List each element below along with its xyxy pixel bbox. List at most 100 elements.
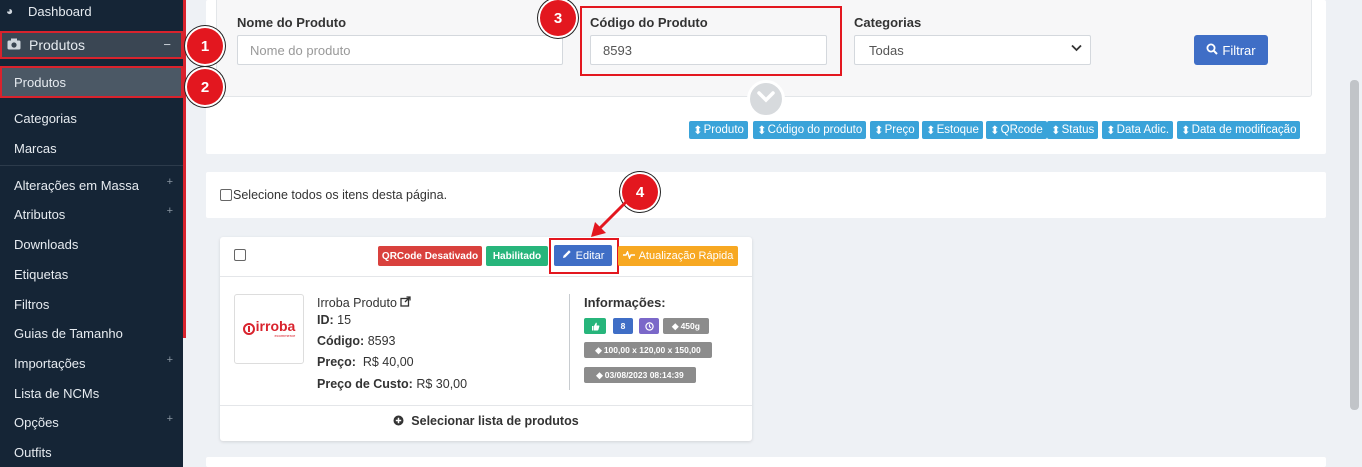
product-id-label: ID: <box>317 313 334 327</box>
sidebar: ◕ Dashboard Produtos − Produtos Categori… <box>0 0 183 467</box>
sort-button-label: Status <box>1061 124 1095 136</box>
sidebar-item[interactable]: Atributos + <box>0 199 183 229</box>
product-code-label: Código do Produto <box>590 15 708 30</box>
step-badge-3: 3 <box>540 0 576 36</box>
category-select[interactable]: Todas <box>854 35 1091 65</box>
expand-icon[interactable]: + <box>167 413 173 425</box>
sort-button[interactable]: ⬍ Código do produto <box>753 121 867 139</box>
select-product-list-label: Selecionar lista de produtos <box>411 414 579 428</box>
info-divider <box>569 294 570 390</box>
sidebar-divider <box>0 165 183 166</box>
thumbs-up-icon <box>584 318 606 334</box>
expand-icon[interactable]: + <box>167 176 173 188</box>
sort-icon: ⬍ <box>990 125 1000 137</box>
qrcode-status-badge: QRCode Desativado <box>378 246 482 266</box>
product-checkbox[interactable] <box>234 249 246 261</box>
sort-icon: ⬍ <box>757 125 767 137</box>
sort-button[interactable]: ⬍ Data Adic. <box>1102 121 1174 139</box>
sidebar-item-label: Filtros <box>14 296 50 312</box>
sidebar-item-label: Marcas <box>14 140 57 156</box>
product-id-value: 15 <box>337 313 352 327</box>
sort-icon: ⬍ <box>1106 125 1116 137</box>
sidebar-item[interactable]: Marcas <box>0 133 183 163</box>
dimensions-badge: ◆ 100,00 x 120,00 x 150,00 <box>584 342 712 358</box>
chevron-down-icon <box>757 90 775 108</box>
search-icon <box>1206 43 1219 58</box>
sidebar-item-label: Alterações em Massa <box>14 177 139 193</box>
sort-button[interactable]: ⬍ Estoque <box>922 121 983 139</box>
pencil-icon <box>562 249 572 262</box>
sidebar-item[interactable]: Etiquetas <box>0 259 183 289</box>
product-price-label: Preço: <box>317 355 356 369</box>
scrollbar-thumb[interactable] <box>1350 80 1359 410</box>
sort-button-label: Data Adic. <box>1116 124 1170 136</box>
sort-button-label: Produto <box>703 124 744 136</box>
sort-button[interactable]: ⬍ Status <box>1047 121 1099 139</box>
filter-button[interactable]: Filtrar <box>1194 35 1268 65</box>
weight-value: 450g <box>680 321 700 331</box>
sort-button-label: Data de modificação <box>1191 124 1297 136</box>
select-product-list-button[interactable]: Selecionar lista de produtos <box>220 414 752 428</box>
sort-icon: ⬍ <box>1181 125 1191 137</box>
logo-text: irroba <box>255 318 296 334</box>
sidebar-item-produtos[interactable]: Produtos <box>0 66 183 98</box>
sidebar-item-dashboard[interactable]: ◕ Dashboard <box>0 0 183 22</box>
sidebar-section-produtos[interactable]: Produtos − <box>0 31 183 59</box>
collapse-filter-button[interactable] <box>747 80 785 118</box>
product-name-input[interactable]: Nome do produto <box>237 35 563 65</box>
product-name-label: Nome do Produto <box>237 15 347 30</box>
sidebar-item[interactable]: Lista de NCMs <box>0 378 183 408</box>
product-price-value: R$ 40,00 <box>362 355 414 369</box>
sidebar-item[interactable]: Downloads <box>0 229 183 259</box>
quick-update-button[interactable]: Atualização Rápida <box>618 246 738 266</box>
sort-button-label: Preço <box>884 124 915 136</box>
weight-badge: ◆ 450g <box>663 318 709 334</box>
sidebar-item-label: Etiquetas <box>14 266 69 282</box>
sidebar-section-label: Produtos <box>29 37 86 53</box>
sidebar-item-label: Outfits <box>14 444 52 460</box>
camera-icon <box>7 38 21 53</box>
sort-button[interactable]: ⬍ QRcode <box>986 121 1047 139</box>
select-all-label: Selecione todos os itens desta página. <box>233 188 448 202</box>
product-code-label-card: Código: <box>317 334 365 348</box>
tag-icon: ◆ <box>595 344 602 355</box>
sidebar-item-label: Produtos <box>14 74 67 90</box>
edit-button[interactable]: Editar <box>554 245 612 266</box>
date-value: 03/08/2023 08:14:39 <box>604 370 684 380</box>
sidebar-item[interactable]: Outfits <box>0 437 183 467</box>
expand-icon[interactable]: + <box>167 205 173 217</box>
sidebar-item-label: Lista de NCMs <box>14 385 100 401</box>
sort-button-label: QRcode <box>1000 124 1043 136</box>
sidebar-item[interactable]: Guias de Tamanho <box>0 318 183 348</box>
sidebar-item-label: Dashboard <box>28 3 92 19</box>
select-all-checkbox[interactable] <box>220 189 232 201</box>
sort-icon: ⬍ <box>693 125 703 137</box>
quick-update-label: Atualização Rápida <box>638 250 734 262</box>
sidebar-item[interactable]: Categorias <box>0 103 183 133</box>
info-title: Informações: <box>584 295 666 310</box>
chevron-down-icon <box>1071 44 1082 55</box>
collapse-icon[interactable]: − <box>163 37 171 52</box>
sidebar-item[interactable]: Importações + <box>0 348 183 378</box>
filter-button-label: Filtrar <box>1222 42 1256 58</box>
sidebar-item[interactable]: Filtros <box>0 289 183 319</box>
product-name-link[interactable]: Irroba Produto <box>317 296 412 310</box>
product-code-row: Código: 8593 <box>317 334 396 348</box>
product-thumbnail[interactable]: irroba ecommerce <box>234 294 304 364</box>
expand-icon[interactable]: + <box>167 354 173 366</box>
sort-button-label: Código do produto <box>767 124 863 136</box>
clock-icon <box>639 318 659 334</box>
sort-button[interactable]: ⬍ Data de modificação <box>1177 121 1301 139</box>
product-code-input[interactable]: 8593 <box>590 35 827 65</box>
pulse-icon <box>622 250 635 262</box>
product-cost-label: Preço de Custo: <box>317 377 413 391</box>
sidebar-highlight-edge <box>183 0 186 338</box>
sort-button[interactable]: ⬍ Produto <box>689 121 748 139</box>
sidebar-item-label: Downloads <box>14 236 79 252</box>
sidebar-item[interactable]: Alterações em Massa + <box>0 170 183 200</box>
plus-circle-icon <box>393 414 407 428</box>
product-price-row: Preço: R$ 40,00 <box>317 355 414 369</box>
category-label: Categorias <box>854 15 922 30</box>
sidebar-item[interactable]: Opções + <box>0 407 183 437</box>
sort-button[interactable]: ⬍ Preço <box>870 121 919 139</box>
